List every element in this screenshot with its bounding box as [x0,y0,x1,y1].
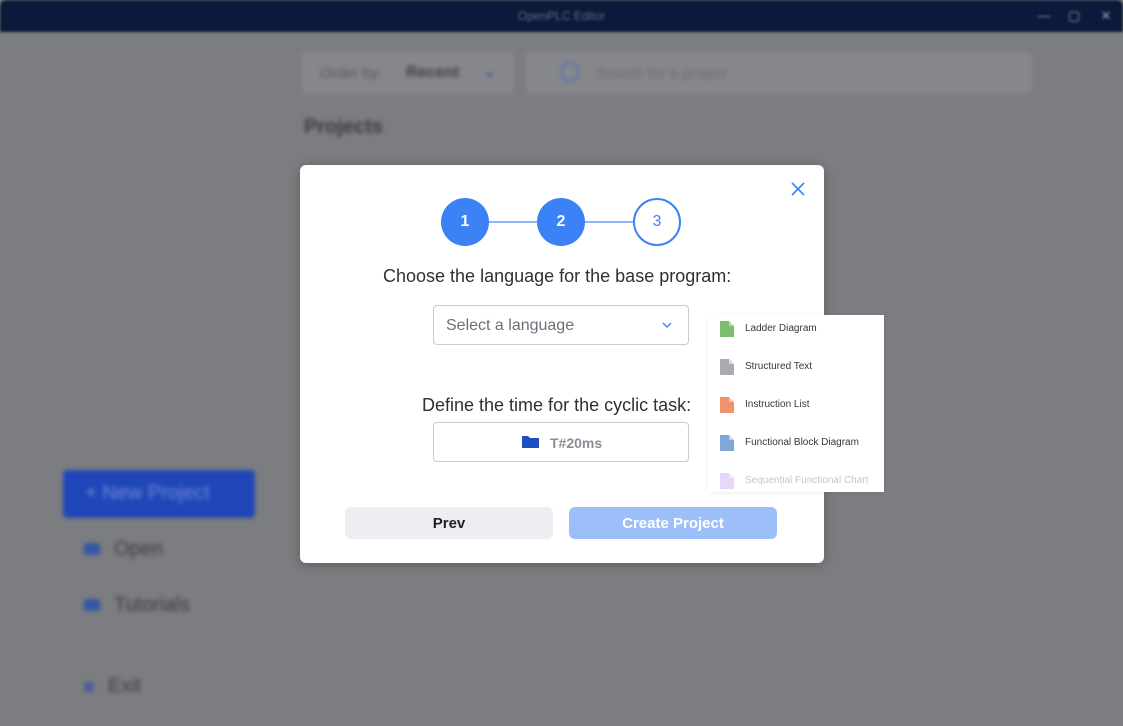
new-project-button[interactable]: + New Project [63,470,255,518]
exit-icon [84,682,94,692]
step-connector [489,221,537,223]
title-bar: OpenPLC Editor — ▢ ✕ [0,0,1123,32]
sequential-functional-chart-file-icon [720,473,734,489]
sidebar-item-label: Open [114,538,163,560]
minimize-icon[interactable]: — [1036,8,1052,23]
search-placeholder: Search for a project [596,65,727,82]
option-label: Sequential Functional Chart [745,475,869,486]
sidebar-divider [63,642,255,643]
sidebar-item-label: Exit [108,675,142,697]
chevron-down-icon: ⌄ [482,61,498,81]
cyclic-task-question: Define the time for the cyclic task: [422,395,692,415]
search-icon [560,62,580,82]
option-sequential-functional-chart: Sequential Functional Chart [708,467,884,505]
close-window-icon[interactable]: ✕ [1098,8,1114,24]
projects-heading: Projects [304,116,383,138]
maximize-icon[interactable]: ▢ [1066,8,1082,24]
sidebar-item-label: Tutorials [114,594,190,616]
option-instruction-list[interactable]: Instruction List [708,391,884,429]
prev-button[interactable]: Prev [345,507,553,539]
step-2-indicator: 2 [537,198,585,246]
step-connector [585,221,633,223]
create-project-button[interactable]: Create Project [569,507,777,539]
cyclic-time-input[interactable]: T#20ms [433,422,689,462]
option-label: Ladder Diagram [745,323,817,334]
option-structured-text[interactable]: Structured Text [708,353,884,391]
structured-text-file-icon [720,359,734,375]
option-functional-block-diagram[interactable]: Functional Block Diagram [708,429,884,467]
order-by-dropdown[interactable]: Order by: Recent ⌄ [302,52,514,94]
option-label: Functional Block Diagram [745,437,859,448]
folder-icon [522,436,539,448]
sidebar-item-open[interactable]: Open [84,538,163,561]
option-ladder-diagram[interactable]: Ladder Diagram [708,315,884,353]
functional-block-diagram-file-icon [720,435,734,451]
order-by-label: Order by: [320,65,383,82]
cyclic-time-value: T#20ms [550,435,603,451]
language-options-list: Ladder Diagram Structured Text Instructi… [708,315,884,492]
language-question: Choose the language for the base program… [383,266,732,286]
order-by-value: Recent [406,64,460,81]
step-3-indicator: 3 [633,198,681,246]
project-search-input[interactable]: Search for a project [526,52,1032,94]
option-label: Instruction List [745,399,810,410]
close-icon[interactable] [788,179,808,199]
folder-icon [84,543,100,555]
option-label: Structured Text [745,361,813,372]
sidebar-item-exit[interactable]: Exit [84,675,141,698]
instruction-list-file-icon [720,397,734,413]
sidebar-item-tutorials[interactable]: Tutorials [84,594,190,617]
ladder-diagram-file-icon [720,321,734,337]
language-select-placeholder: Select a language [446,317,575,334]
step-1-indicator: 1 [441,198,489,246]
window-title: OpenPLC Editor [517,9,606,23]
video-icon [84,599,100,611]
chevron-down-icon [662,322,672,328]
language-select[interactable]: Select a language [433,305,689,345]
